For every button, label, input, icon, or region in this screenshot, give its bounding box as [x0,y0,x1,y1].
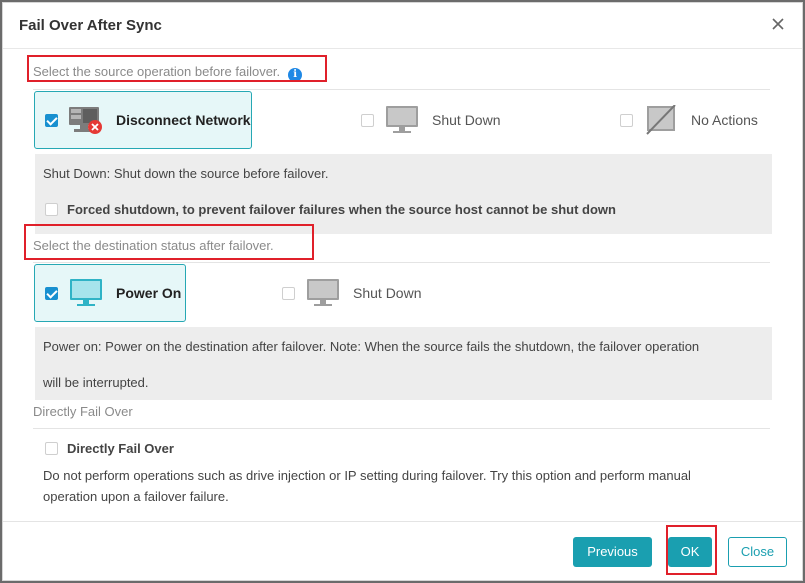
direct-description-line1: Do not perform operations such as drive … [43,468,691,483]
footer-divider [3,521,802,522]
checkbox-checked[interactable] [45,113,58,127]
monitor-on-icon [68,278,104,308]
fail-over-dialog: Fail Over After Sync Select the source o… [2,2,803,581]
directly-fail-over-checkbox[interactable] [45,442,58,455]
option-label: Disconnect Network [116,112,251,128]
monitor-off-icon [305,278,341,308]
source-description: Shut Down: Shut down the source before f… [43,166,329,181]
forced-shutdown-checkbox[interactable] [45,203,58,216]
directly-fail-over-label: Directly Fail Over [67,441,174,456]
checkbox-unchecked[interactable] [282,286,295,300]
source-option-no-actions[interactable]: No Actions [620,91,780,149]
destination-option-power-on[interactable]: Power On [34,264,186,322]
checkbox-unchecked[interactable] [361,113,374,127]
close-button[interactable]: Close [728,537,787,567]
option-label: Shut Down [353,285,422,301]
destination-section-label: Select the destination status after fail… [33,238,274,253]
destination-description-line1: Power on: Power on the destination after… [43,339,700,354]
source-option-shut-down[interactable]: Shut Down [361,91,561,149]
checkbox-unchecked[interactable] [620,113,633,127]
previous-button[interactable]: Previous [573,537,652,567]
checkbox-checked[interactable] [45,286,58,300]
title-divider [3,48,802,49]
direct-divider [33,428,770,429]
option-label: Power On [116,285,182,301]
info-icon[interactable]: i [288,68,303,82]
source-section-label: Select the source operation before failo… [33,64,303,82]
source-divider [33,89,770,90]
dialog-title: Fail Over After Sync [19,17,162,34]
destination-divider [33,262,770,263]
option-label: No Actions [691,112,758,128]
option-label: Shut Down [432,112,501,128]
destination-description-line2: will be interrupted. [43,375,149,390]
forced-shutdown-label: Forced shutdown, to prevent failover fai… [67,202,616,217]
ok-button[interactable]: OK [668,537,712,567]
direct-description-line2: operation upon a failover failure. [43,489,229,504]
no-action-icon [643,104,679,135]
close-icon[interactable] [768,14,788,34]
destination-option-shut-down[interactable]: Shut Down [282,264,482,322]
network-disconnect-icon [68,105,104,135]
direct-section-label: Directly Fail Over [33,404,133,419]
source-section-text: Select the source operation before failo… [33,64,281,79]
monitor-off-icon [384,105,420,135]
source-option-disconnect-network[interactable]: Disconnect Network [34,91,252,149]
